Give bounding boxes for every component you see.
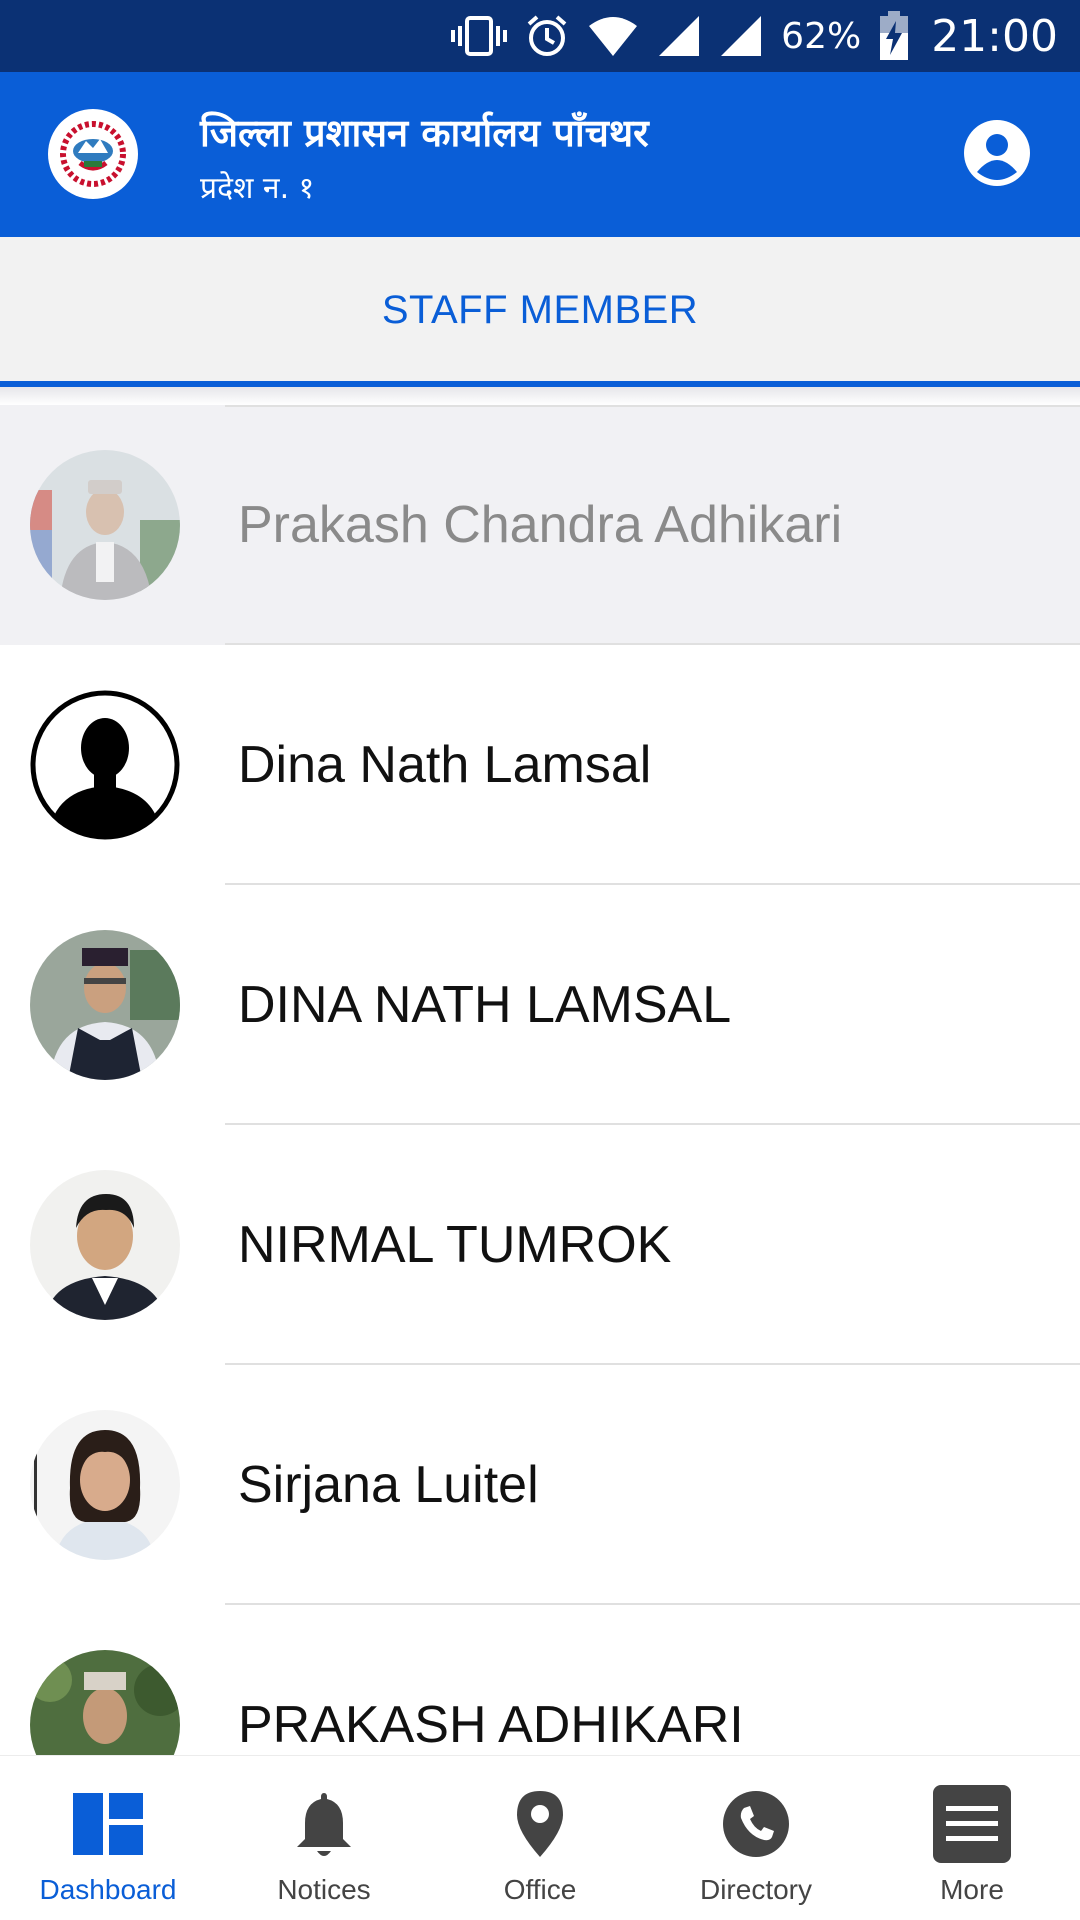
- nav-directory[interactable]: Directory: [648, 1756, 864, 1920]
- staff-photo: [30, 1170, 180, 1320]
- dashboard-icon: [68, 1784, 148, 1864]
- staff-photo: [30, 930, 180, 1080]
- staff-list-item[interactable]: PRAKASH ADHIKARI: [0, 1605, 1080, 1755]
- nav-label: More: [940, 1874, 1004, 1905]
- staff-name: Prakash Chandra Adhikari: [238, 496, 843, 554]
- staff-list-item[interactable]: Sirjana Luitel: [0, 1365, 1080, 1605]
- staff-photo: [30, 450, 180, 600]
- staff-name: PRAKASH ADHIKARI: [238, 1696, 744, 1754]
- app-subtitle: प्रदेश न. १: [200, 171, 315, 206]
- bottom-navigation: Dashboard Notices Office Directory More: [0, 1755, 1080, 1920]
- location-pin-icon: [500, 1784, 580, 1864]
- staff-list-item[interactable]: DINA NATH LAMSAL: [0, 885, 1080, 1125]
- signal-icon: [719, 14, 763, 58]
- battery-charging-icon: [879, 11, 909, 61]
- alarm-icon: [525, 14, 569, 58]
- nav-notices[interactable]: Notices: [216, 1756, 432, 1920]
- nav-office[interactable]: Office: [432, 1756, 648, 1920]
- staff-list[interactable]: Prakash Chandra Adhikari Dina Nath Lamsa…: [0, 405, 1080, 1755]
- tab-shadow: [0, 387, 1080, 405]
- nav-label: Dashboard: [39, 1874, 177, 1905]
- nav-label: Office: [503, 1874, 577, 1905]
- vibrate-icon: [451, 14, 508, 58]
- staff-list-item[interactable]: Prakash Chandra Adhikari: [0, 405, 1080, 645]
- staff-list-item[interactable]: Dina Nath Lamsal: [0, 645, 1080, 885]
- nav-more[interactable]: More: [864, 1756, 1080, 1920]
- signal-icon: [657, 14, 701, 58]
- account-circle-icon: [964, 120, 1030, 186]
- tab-staff-member[interactable]: STAFF MEMBER: [0, 237, 1080, 383]
- phone-icon: [716, 1784, 796, 1864]
- battery-percent: 62%: [781, 15, 862, 57]
- staff-name: Dina Nath Lamsal: [238, 736, 652, 794]
- status-bar: 62% 21:00: [0, 0, 1080, 72]
- staff-list-item[interactable]: NIRMAL TUMROK: [0, 1125, 1080, 1365]
- menu-icon: [932, 1784, 1012, 1864]
- app-title: जिल्ला प्रशासन कार्यालय पाँचथर: [200, 111, 649, 155]
- clock: 21:00: [931, 10, 1058, 62]
- wifi-icon: [587, 14, 639, 58]
- staff-name: NIRMAL TUMROK: [238, 1216, 672, 1274]
- app-bar: जिल्ला प्रशासन कार्यालय पाँचथर प्रदेश न.…: [0, 72, 1080, 237]
- nav-label: Directory: [699, 1874, 812, 1905]
- placeholder-avatar-icon: [30, 690, 180, 840]
- staff-name: DINA NATH LAMSAL: [238, 976, 732, 1034]
- staff-photo: [30, 1410, 180, 1560]
- nepal-emblem-logo: [48, 109, 138, 199]
- staff-name: Sirjana Luitel: [238, 1456, 539, 1514]
- nav-label: Notices: [277, 1874, 371, 1905]
- staff-photo: [30, 1650, 180, 1755]
- bell-icon: [284, 1784, 364, 1864]
- nav-dashboard[interactable]: Dashboard: [0, 1756, 216, 1920]
- account-button[interactable]: [962, 118, 1032, 188]
- tab-bar: STAFF MEMBER: [0, 237, 1080, 387]
